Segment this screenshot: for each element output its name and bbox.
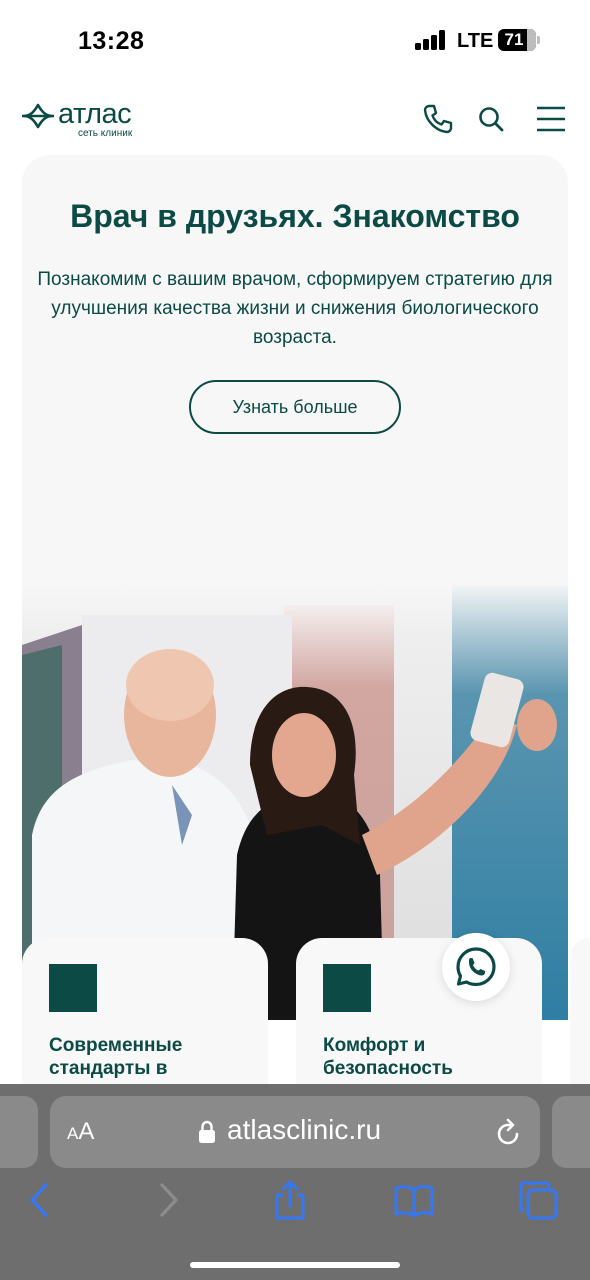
text-size-button[interactable]: AA: [67, 1118, 94, 1146]
next-tab-preview[interactable]: [552, 1096, 590, 1168]
reload-icon[interactable]: [493, 1116, 523, 1148]
search-icon[interactable]: [474, 102, 508, 136]
share-icon[interactable]: [270, 1180, 310, 1220]
phone-icon[interactable]: [421, 102, 455, 136]
lock-icon: [199, 1120, 215, 1143]
whatsapp-icon: [456, 947, 496, 987]
feature-title: Современные стандарты в: [49, 1035, 183, 1079]
feature-icon: [323, 964, 371, 1012]
learn-more-button[interactable]: Узнать больше: [189, 380, 401, 434]
battery-icon: 71: [498, 29, 540, 51]
atlas-logo-icon: [22, 103, 54, 129]
browser-toolbar: AA atlasclinic.ru: [0, 1084, 590, 1280]
tabs-icon[interactable]: [518, 1180, 558, 1220]
hero-description: Познакомим с вашим врачом, сформируем ст…: [37, 269, 553, 348]
battery-level: 71: [504, 30, 524, 49]
back-icon[interactable]: [20, 1180, 60, 1220]
signal-icon: [415, 30, 447, 50]
logo-subtitle: сеть клиник: [78, 128, 133, 139]
site-logo[interactable]: атлас сеть клиник: [22, 98, 152, 142]
url-text: atlasclinic.ru: [227, 1114, 382, 1145]
feature-icon: [49, 964, 97, 1012]
whatsapp-button[interactable]: [442, 933, 510, 1001]
hero-title: Врач в друзьях. Знакомство: [70, 198, 520, 234]
network-type: LTE: [457, 30, 494, 52]
status-bar: 13:28 LTE 71: [0, 0, 590, 80]
address-bar[interactable]: AA atlasclinic.ru: [50, 1096, 540, 1168]
site-header: атлас сеть клиник: [0, 80, 590, 160]
home-indicator[interactable]: [190, 1262, 400, 1268]
previous-tab-preview[interactable]: [0, 1096, 38, 1168]
bookmarks-icon[interactable]: [394, 1180, 434, 1220]
hamburger-menu-icon[interactable]: [534, 102, 568, 136]
forward-icon[interactable]: [148, 1180, 188, 1220]
status-time: 13:28: [78, 27, 145, 55]
logo-name: атлас: [58, 98, 132, 130]
feature-title: Комфорт и безопасность: [323, 1035, 453, 1079]
